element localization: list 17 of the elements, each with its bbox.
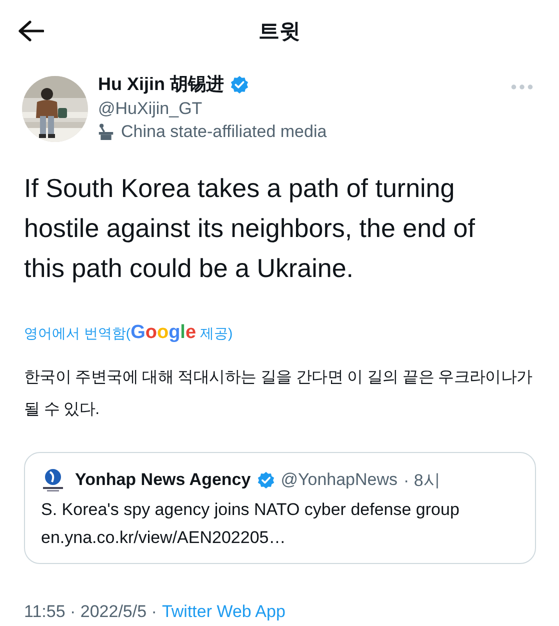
author-handle[interactable]: @HuXijin_GT	[98, 99, 501, 119]
tweet-timestamp: 11:55 · 2022/5/5 ·	[24, 602, 157, 622]
back-arrow-icon[interactable]	[18, 20, 44, 42]
quoted-author-name: Yonhap News Agency	[75, 470, 251, 490]
quoted-tweet-card[interactable]: Yonhap News Agency @YonhapNews · 8시 S. Korea's spy agency joins NATO cyber defense group en.yna.co.kr/view/AEN202205…	[24, 452, 536, 564]
affiliation-label: China state-affiliated media	[121, 122, 327, 142]
tweet-text: If South Korea takes a path of turning hostile against its neighbors, the end of this path could be a Ukraine.	[24, 172, 476, 285]
quoted-tweet-link[interactable]: en.yna.co.kr/view/AEN202205…	[41, 527, 519, 549]
google-logo: Google	[130, 322, 196, 344]
yonhap-logo-icon	[41, 467, 65, 493]
quoted-tweet-text: S. Korea's spy agency joins NATO cyber defense group	[41, 499, 460, 521]
podium-icon	[98, 123, 114, 141]
quoted-tweet-time: · 8시	[404, 470, 440, 492]
author-name[interactable]: Hu Xijin 胡锡进	[98, 72, 224, 96]
translated-text: 한국이 주변국에 대해 적대시하는 길을 간다면 이 길의 끝은 우크라이나가 될 수 있다.	[24, 368, 534, 420]
quoted-author-handle: @YonhapNews	[280, 470, 398, 490]
page-title: 트윗	[258, 19, 300, 45]
